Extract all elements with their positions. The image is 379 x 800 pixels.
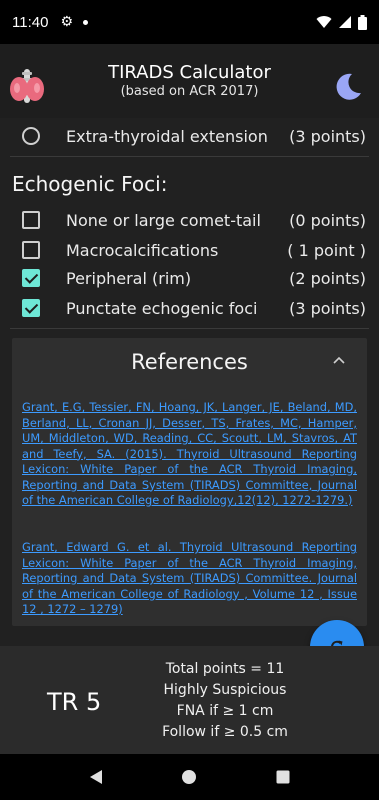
tirads-level: TR 5	[47, 688, 102, 716]
back-icon[interactable]	[89, 769, 103, 785]
chevron-up-icon[interactable]	[333, 356, 345, 364]
references-card: References Grant, E.G, Tessier, FN, Hoan…	[12, 338, 367, 626]
result-summary: Total points = 11 Highly Suspicious FNA …	[150, 659, 300, 743]
reference-link[interactable]: Grant, Edward G. et al. Thyroid Ultrasou…	[22, 540, 357, 618]
result-footer: TR 5 Total points = 11 Highly Suspicious…	[0, 646, 379, 754]
dark-mode-moon-icon[interactable]	[332, 71, 364, 103]
reference-link[interactable]: Grant, E.G, Tessier, FN, Hoang, JK, Lang…	[22, 400, 357, 509]
settings-gear-icon: ⚙	[60, 14, 73, 30]
app-subtitle: (based on ACR 2017)	[120, 84, 259, 99]
divider	[10, 156, 369, 157]
option-points: (3 points)	[289, 298, 366, 318]
fna-recommendation: FNA if ≥ 1 cm	[176, 703, 274, 719]
divider	[10, 328, 369, 329]
section-title-echogenic-foci: Echogenic Foci:	[12, 172, 168, 196]
checkbox-checked[interactable]	[22, 299, 40, 317]
option-macrocalcifications[interactable]: Macrocalcifications ( 1 point )	[0, 235, 379, 265]
thyroid-logo-icon	[10, 69, 44, 103]
cell-signal-icon	[339, 16, 351, 28]
option-label: None or large comet-tail	[66, 210, 261, 230]
checkbox-checked[interactable]	[22, 269, 40, 287]
system-nav-bar	[0, 754, 379, 800]
option-label: Punctate echogenic foci	[66, 298, 258, 318]
risk-category: Highly Suspicious	[163, 682, 287, 698]
wifi-icon	[316, 16, 332, 28]
option-peripheral-rim[interactable]: Peripheral (rim) (2 points)	[0, 263, 379, 293]
option-label: Peripheral (rim)	[66, 268, 192, 288]
checkbox[interactable]	[22, 211, 40, 229]
option-none-or-large-comet-tail[interactable]: None or large comet-tail (0 points)	[0, 205, 379, 235]
option-points: (0 points)	[289, 210, 366, 230]
option-label: Extra-thyroidal extension	[66, 126, 268, 146]
recents-icon[interactable]	[276, 770, 290, 784]
option-points: (3 points)	[289, 126, 366, 146]
option-extra-thyroidal[interactable]: Extra-thyroidal extension (3 points)	[0, 121, 379, 151]
scroll-content[interactable]: Extra-thyroidal extension (3 points) Ech…	[0, 118, 379, 646]
home-icon[interactable]	[181, 769, 197, 785]
status-bar: 11:40 ⚙	[0, 0, 379, 44]
app-title: TIRADS Calculator	[108, 62, 271, 84]
total-points: Total points = 11	[165, 661, 285, 677]
references-title: References	[131, 350, 248, 374]
option-points: ( 1 point )	[287, 240, 366, 260]
app-bar: TIRADS Calculator (based on ACR 2017)	[0, 44, 379, 118]
battery-icon	[358, 14, 367, 30]
option-points: (2 points)	[289, 268, 366, 288]
radio-button[interactable]	[22, 127, 40, 145]
option-punctate-echogenic-foci[interactable]: Punctate echogenic foci (3 points)	[0, 293, 379, 323]
checkbox[interactable]	[22, 241, 40, 259]
option-label: Macrocalcifications	[66, 240, 219, 260]
notification-dot-icon	[83, 19, 88, 25]
status-time: 11:40	[12, 13, 49, 31]
follow-recommendation: Follow if ≥ 0.5 cm	[162, 724, 288, 740]
